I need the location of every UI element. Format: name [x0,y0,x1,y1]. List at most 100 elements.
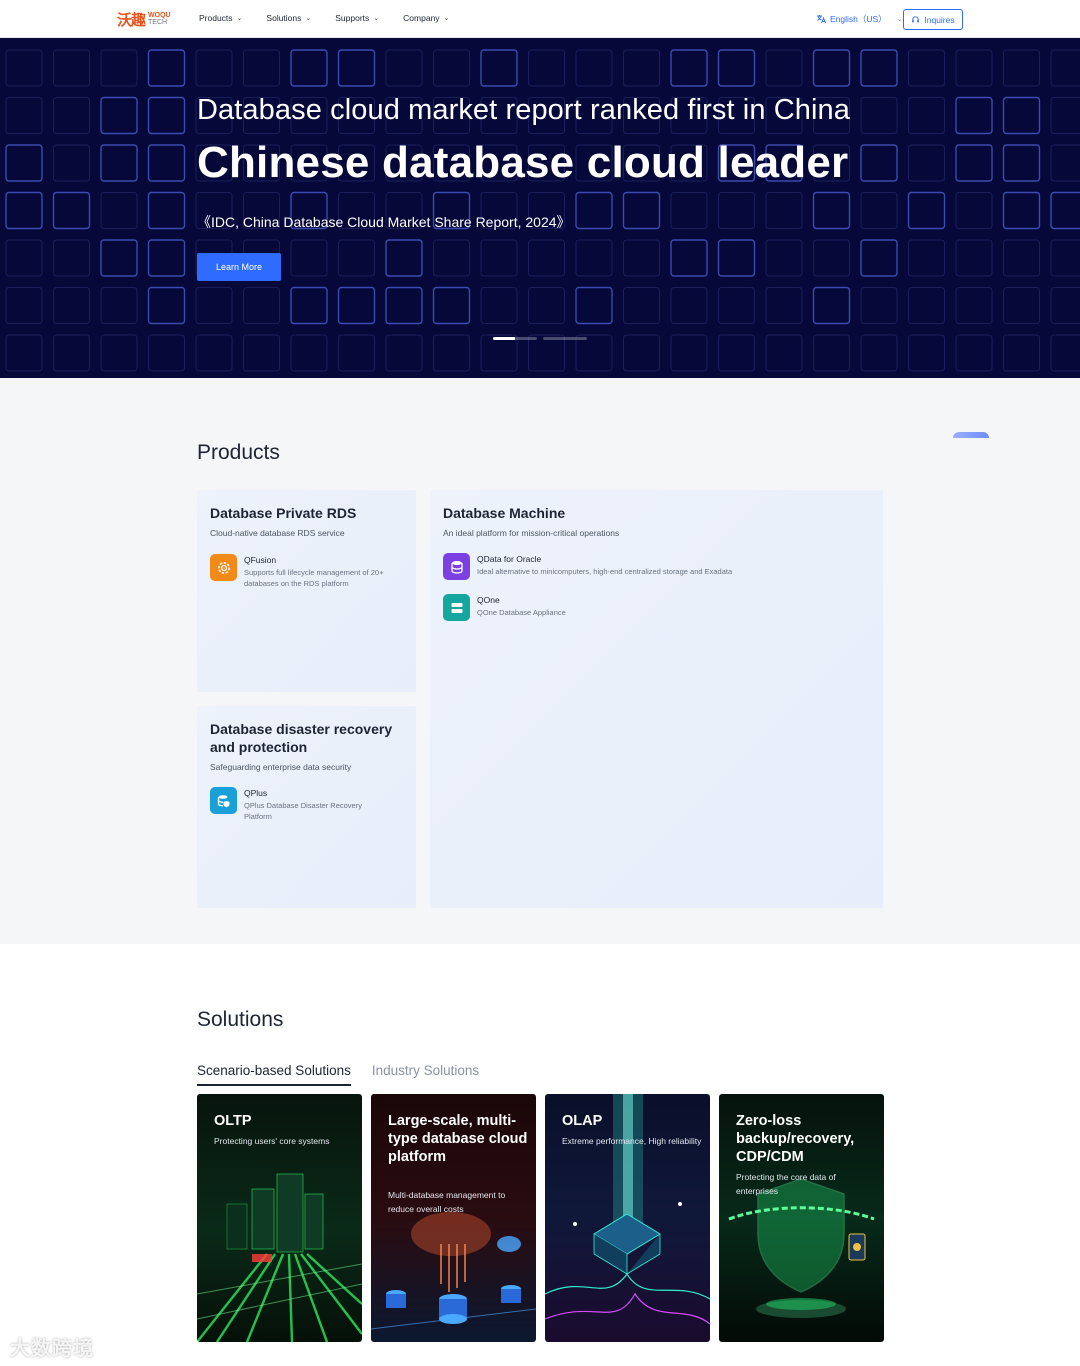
grid-tile [860,239,898,277]
grid-tile [955,144,993,182]
grid-tile [1003,334,1040,372]
grid-tile [765,239,803,277]
headset-icon [912,16,920,23]
grid-tile [908,97,945,134]
product-name: QData for Oracle [477,554,542,564]
grid-tile [147,239,186,277]
database-icon [443,553,470,580]
product-item-qdata-for-oracle[interactable]: QData for Oracle Ideal alternative to mi… [443,553,857,580]
grid-tile [1003,239,1040,277]
card-title: Database Private RDS [210,505,357,521]
grid-tile [860,97,898,134]
grid-tile [575,239,613,277]
language-selector[interactable]: English（US） ⌄ [816,13,903,25]
grid-tile [290,239,328,277]
grid-tile [480,287,518,324]
solution-card-oltp[interactable]: OLTP Protecting users' core systems [197,1094,362,1342]
product-name: QOne [477,595,500,605]
grid-tile [1050,49,1080,87]
menu-item-products[interactable]: Products ⌄ [199,13,242,23]
grid-tile [765,192,803,229]
grid-tile [528,287,565,324]
menu-item-solutions[interactable]: Solutions ⌄ [266,13,311,23]
chevron-down-icon: ⌄ [305,15,312,22]
carousel-dot-1[interactable] [493,337,537,340]
grid-tile [812,191,851,230]
solutions-tabs: Scenario-based Solutions Industry Soluti… [197,1063,479,1086]
grid-tile [907,191,946,230]
grid-tile [812,49,851,87]
grid-tile [718,334,755,372]
solution-card-cloud-platform[interactable]: Large-scale, multi-type database cloud p… [371,1094,536,1342]
product-card-disaster-recovery[interactable]: Database disaster recovery and protectio… [197,706,416,908]
tab-scenario-based-solutions[interactable]: Scenario-based Solutions [197,1063,351,1086]
tab-industry-solutions[interactable]: Industry Solutions [372,1063,479,1086]
grid-tile [1050,97,1080,134]
menu-item-supports[interactable]: Supports ⌄ [335,13,379,23]
grid-tile [243,334,280,372]
grid-tile [147,286,186,325]
company-logo[interactable]: 沃趣 WOQU TECH [117,10,171,29]
grid-tile [908,334,945,372]
product-card-database-machine[interactable]: Database Machine An ideal platform for m… [430,490,883,908]
chevron-down-icon: ⌄ [236,15,243,22]
grid-tile [765,334,803,372]
grid-tile [1050,239,1080,277]
grid-tile [337,49,376,87]
grid-tile [433,334,470,372]
grid-tile [100,287,138,324]
grid-tile [52,191,91,230]
carousel-dot-2[interactable] [543,337,587,340]
chevron-down-icon: ⌄ [373,15,380,22]
main-menu: Products ⌄ Solutions ⌄ Supports ⌄ Company ⌄ [199,13,449,23]
grid-tile [670,239,708,277]
grid-tile [1002,191,1041,230]
grid-tile [908,144,945,182]
product-item-qplus[interactable]: QPlus QPlus Database Disaster Recovery P… [210,787,384,822]
menu-item-company[interactable]: Company ⌄ [403,13,449,23]
product-desc: QOne Database Appliance [477,608,566,617]
product-item-qfusion[interactable]: QFusion Supports full lifecycle manageme… [210,554,394,589]
grid-tile [955,287,993,324]
grid-tile [765,49,803,87]
hero-source: 《IDC, China Database Cloud Market Share … [197,214,571,230]
product-card-private-rds[interactable]: Database Private RDS Cloud-native databa… [197,490,416,692]
hero-grid-pattern [5,49,1080,372]
grid-tile [670,287,708,324]
card-subtitle: Safeguarding enterprise data security [210,762,352,772]
solution-card-zero-loss-backup[interactable]: Zero-loss backup/recovery, CDP/CDM Prote… [719,1094,884,1342]
grid-tile [1050,287,1080,324]
product-item-qone[interactable]: QOne QOne Database Appliance [443,594,777,621]
grid-tile [5,97,43,134]
grid-tile [480,334,518,372]
grid-tile [1050,144,1080,182]
grid-tile [5,334,43,372]
learn-more-button[interactable]: Learn More [197,253,281,281]
grid-tile [860,334,898,372]
solution-title: OLAP [562,1113,603,1129]
grid-tile [575,334,613,372]
grid-tile [623,334,660,372]
hero-title: Chinese database cloud leader [197,138,849,187]
grid-tile [1050,334,1080,372]
product-name: QPlus [244,788,268,798]
grid-tile [623,239,660,277]
grid-tile [385,49,423,87]
grid-tile [622,191,661,230]
grid-tile [5,49,43,87]
grid-tile [955,192,993,229]
grid-tile [623,287,660,324]
grid-tile [670,334,708,372]
card-title: Database Machine [443,505,566,521]
grid-tile [337,286,376,325]
inquires-button[interactable]: Inquires [903,9,963,30]
grid-tile [53,239,90,277]
top-navigation: 沃趣 WOQU TECH Products ⌄ Solutions ⌄ Suppor… [0,0,1080,38]
solution-card-olap[interactable]: OLAP Extreme performance, High reliabili… [545,1094,710,1342]
grid-tile [147,96,186,135]
grid-tile [670,192,708,229]
grid-tile [670,49,708,87]
oltp-illustration [197,1094,362,1342]
decorative-shape [953,432,989,438]
grid-tile [908,239,945,277]
